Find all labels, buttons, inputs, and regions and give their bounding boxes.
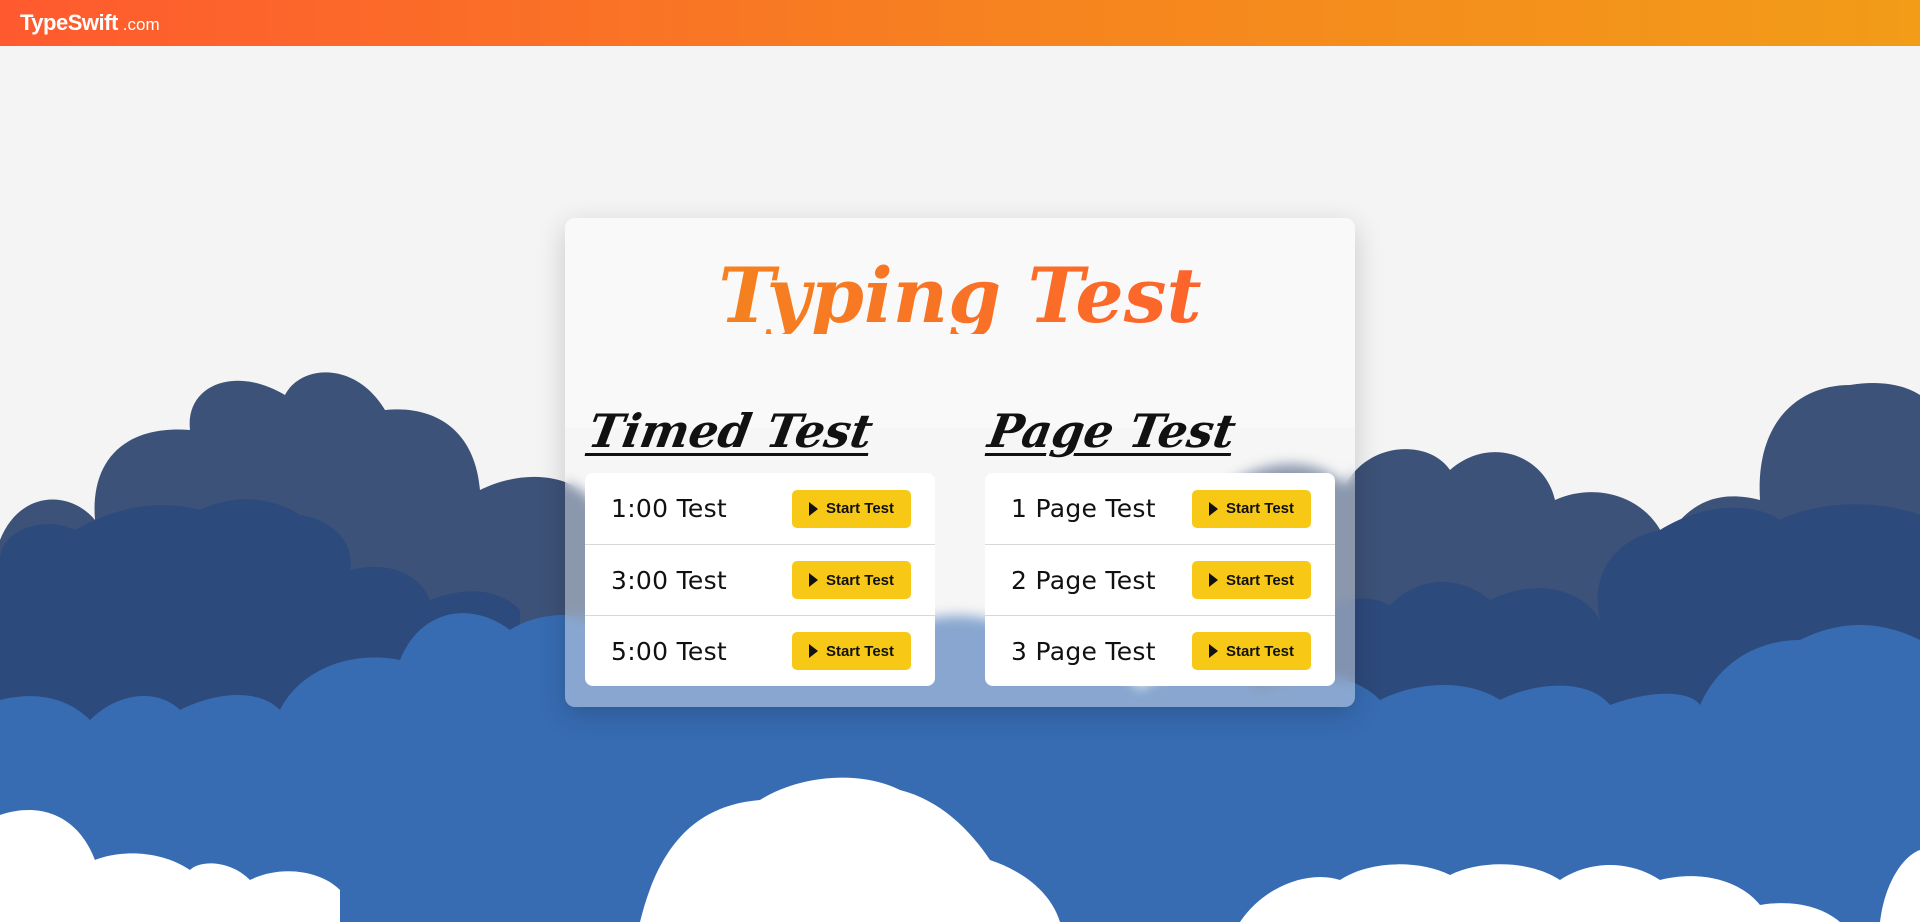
start-test-button[interactable]: Start Test xyxy=(1192,489,1311,528)
start-test-button[interactable]: Start Test xyxy=(792,632,911,670)
test-label: 1:00 Test xyxy=(611,494,728,523)
brand-name: TypeSwift xyxy=(20,10,118,35)
brand-tld: .com xyxy=(122,15,160,34)
page: TypeSwift .com Typing Test Timed Test 1:0… xyxy=(0,0,1920,922)
page-test-section: Page Test 1 Page Test Start Test 2 Page … xyxy=(984,218,1335,707)
start-test-button[interactable]: Start Test xyxy=(792,489,911,528)
play-icon xyxy=(808,573,818,587)
play-icon xyxy=(1208,501,1218,516)
brand-logo[interactable]: TypeSwift .com xyxy=(20,10,160,36)
start-test-button-label: Start Test xyxy=(1225,642,1295,660)
test-label: 3:00 Test xyxy=(611,565,728,595)
test-label: 5:00 Test xyxy=(611,636,728,666)
start-test-button[interactable]: Start Test xyxy=(1192,561,1311,599)
section-heading-timed: Timed Test xyxy=(584,404,878,458)
page-test-list: 1 Page Test Start Test 2 Page Test Start… xyxy=(985,473,1335,686)
play-icon xyxy=(1208,573,1218,587)
start-test-button-label: Start Test xyxy=(825,500,895,517)
test-row: 3:00 Test Start Test xyxy=(585,544,935,615)
play-icon xyxy=(808,501,818,516)
top-bar: TypeSwift .com xyxy=(0,0,1920,46)
start-test-button-label: Start Test xyxy=(825,571,895,589)
start-test-button[interactable]: Start Test xyxy=(1192,632,1311,670)
test-row: 2 Page Test Start Test xyxy=(985,544,1335,615)
test-label: 2 Page Test xyxy=(1011,565,1156,595)
test-row: 1:00 Test Start Test xyxy=(585,473,935,544)
play-icon xyxy=(808,644,818,658)
test-row: 5:00 Test Start Test xyxy=(585,615,935,686)
test-row: 3 Page Test Start Test xyxy=(985,615,1335,686)
timed-test-section: Timed Test 1:00 Test Start Test 3:00 Tes… xyxy=(584,218,935,707)
start-test-button-label: Start Test xyxy=(1225,571,1295,589)
test-label: 1 Page Test xyxy=(1011,494,1156,523)
start-test-button[interactable]: Start Test xyxy=(792,561,911,599)
typing-test-card: Typing Test Timed Test 1:00 Test Start T… xyxy=(565,218,1355,707)
start-test-button-label: Start Test xyxy=(1225,500,1295,517)
test-label: 3 Page Test xyxy=(1011,636,1156,666)
test-row: 1 Page Test Start Test xyxy=(985,473,1335,544)
play-icon xyxy=(1208,644,1218,658)
timed-test-list: 1:00 Test Start Test 3:00 Test Start Tes… xyxy=(585,473,935,686)
start-test-button-label: Start Test xyxy=(825,642,895,660)
section-heading-page: Page Test xyxy=(984,404,1240,458)
